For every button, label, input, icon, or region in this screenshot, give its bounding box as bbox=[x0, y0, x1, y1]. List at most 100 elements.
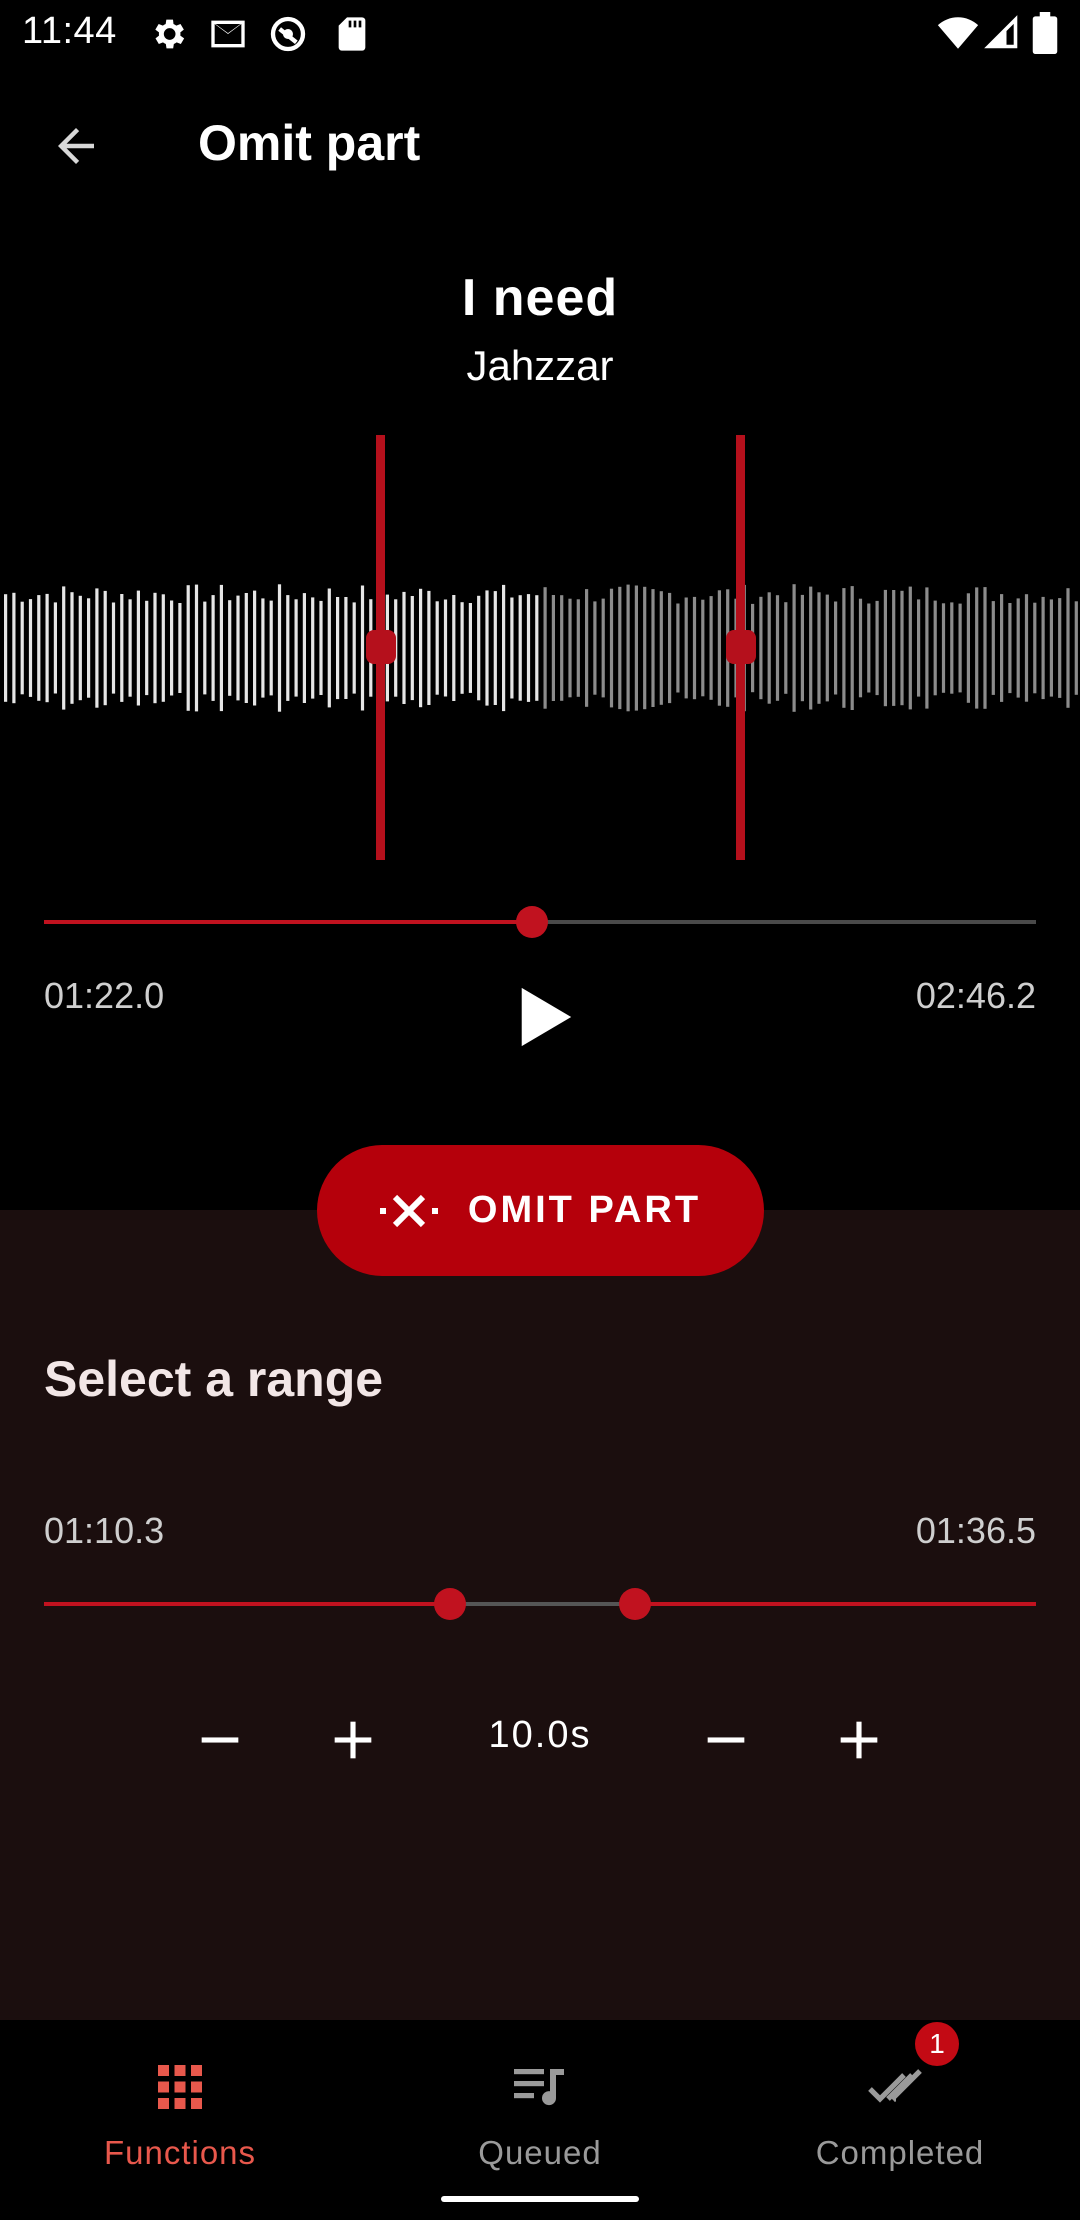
waveform-bar bbox=[875, 600, 879, 696]
waveform-bar bbox=[925, 587, 929, 709]
waveform-bar bbox=[427, 590, 431, 705]
sd-card-icon bbox=[338, 17, 366, 51]
waveform-bar bbox=[161, 594, 165, 702]
range-end-thumb[interactable] bbox=[619, 1588, 651, 1620]
waveform-bar bbox=[402, 591, 406, 704]
play-icon bbox=[521, 987, 572, 1047]
waveform-bar bbox=[103, 590, 107, 706]
range-end-time: 01:36.5 bbox=[915, 1510, 1036, 1551]
nav-label-completed: Completed bbox=[815, 2134, 985, 2171]
grid-icon bbox=[158, 2065, 202, 2109]
waveform-bar bbox=[784, 602, 788, 694]
waveform-bar bbox=[676, 603, 680, 693]
nav-label-functions: Functions bbox=[103, 2134, 257, 2171]
waveform-editor[interactable] bbox=[0, 430, 1080, 860]
waveform-bar bbox=[170, 600, 174, 696]
waveform-bar bbox=[1008, 603, 1012, 694]
omit-x-icon bbox=[379, 1194, 438, 1227]
end-decrease-button[interactable] bbox=[686, 1700, 766, 1780]
waveform-bar bbox=[502, 584, 506, 712]
waveform-bar bbox=[535, 595, 539, 701]
status-bar: 11:44 bbox=[0, 0, 1080, 66]
range-start-time: 01:10.3 bbox=[44, 1510, 165, 1551]
waveform-bar bbox=[601, 598, 605, 698]
waveform-bar bbox=[609, 588, 614, 708]
end-increase-button[interactable] bbox=[819, 1700, 899, 1780]
waveform-bar bbox=[651, 589, 655, 707]
home-indicator[interactable] bbox=[441, 2196, 639, 2202]
waveform-bar bbox=[825, 594, 829, 702]
waveform-bar bbox=[759, 596, 763, 700]
nav-item-completed[interactable]: Completed bbox=[720, 2020, 1080, 2190]
waveform-bar bbox=[792, 584, 796, 712]
waveform-bar bbox=[28, 599, 33, 697]
waveform-bar bbox=[211, 595, 215, 701]
waveform-bar bbox=[269, 600, 273, 696]
queue-music-icon bbox=[514, 2069, 564, 2106]
waveform-bars bbox=[4, 584, 1078, 712]
waveform-bar bbox=[983, 587, 987, 709]
wifi-icon bbox=[937, 17, 979, 49]
waveform-bar bbox=[219, 584, 223, 712]
omit-part-button[interactable]: OMIT PART bbox=[317, 1145, 764, 1276]
waveform-bar bbox=[178, 603, 182, 693]
waveform-bar bbox=[1041, 596, 1045, 700]
waveform-bar bbox=[78, 595, 82, 701]
nav-item-queued[interactable]: Queued bbox=[360, 2020, 720, 2190]
status-time: 11:44 bbox=[22, 10, 117, 52]
signal-icon bbox=[984, 15, 1018, 49]
nav-item-functions[interactable]: Functions bbox=[0, 2020, 360, 2190]
waveform-bar bbox=[194, 584, 199, 712]
plus-icon bbox=[334, 1721, 372, 1759]
range-start-thumb[interactable] bbox=[434, 1588, 466, 1620]
waveform-bar bbox=[842, 588, 846, 708]
waveform-bar bbox=[410, 596, 414, 701]
waveform-bar bbox=[37, 595, 41, 701]
waveform-bar bbox=[684, 597, 688, 699]
back-button[interactable] bbox=[36, 106, 116, 186]
playback-seekbar[interactable] bbox=[44, 900, 1036, 944]
waveform-bar bbox=[817, 592, 821, 704]
waveform-bar bbox=[966, 593, 970, 703]
range-section-title: Select a range bbox=[44, 1351, 384, 1407]
waveform-bar bbox=[286, 595, 290, 701]
waveform-bar bbox=[858, 598, 863, 698]
waveform-bar bbox=[136, 590, 140, 706]
current-time: 01:22.0 bbox=[44, 975, 165, 1016]
waveform-bar bbox=[203, 601, 207, 695]
play-button[interactable] bbox=[500, 972, 590, 1062]
waveform-bar bbox=[767, 592, 771, 704]
range-slider[interactable] bbox=[44, 1582, 1036, 1626]
waveform-bar bbox=[62, 586, 66, 710]
waveform-bar bbox=[45, 593, 49, 703]
waveform-bar bbox=[867, 603, 871, 693]
waveform-bar bbox=[311, 597, 315, 699]
page-title: Omit part bbox=[198, 115, 421, 171]
waveform-bar bbox=[1024, 594, 1029, 702]
waveform-bar bbox=[336, 597, 340, 700]
waveform-bar bbox=[493, 591, 497, 705]
waveform-bar bbox=[319, 600, 323, 695]
start-marker[interactable] bbox=[366, 435, 396, 860]
waveform-bar bbox=[452, 595, 456, 701]
waveform-bar bbox=[443, 599, 448, 697]
waveform-bar bbox=[560, 595, 564, 701]
seekbar-thumb[interactable] bbox=[516, 906, 548, 938]
waveform-bar bbox=[526, 594, 531, 702]
start-decrease-button[interactable] bbox=[180, 1700, 260, 1780]
waveform-bar bbox=[775, 595, 780, 701]
waveform-bar bbox=[186, 585, 190, 711]
waveform-bar bbox=[958, 603, 962, 693]
settings-icon bbox=[155, 19, 185, 49]
waveform-bar bbox=[253, 590, 257, 706]
plus-icon bbox=[840, 1721, 878, 1759]
start-increase-button[interactable] bbox=[313, 1700, 393, 1780]
waveform-bar bbox=[593, 601, 597, 695]
waveform-bar bbox=[352, 602, 356, 694]
waveform-bar bbox=[900, 590, 904, 706]
end-marker[interactable] bbox=[726, 435, 756, 860]
waveform-bar bbox=[1058, 598, 1062, 698]
waveform-bar bbox=[917, 599, 921, 697]
done-all-icon bbox=[868, 2069, 922, 2103]
waveform-bar bbox=[950, 602, 954, 694]
